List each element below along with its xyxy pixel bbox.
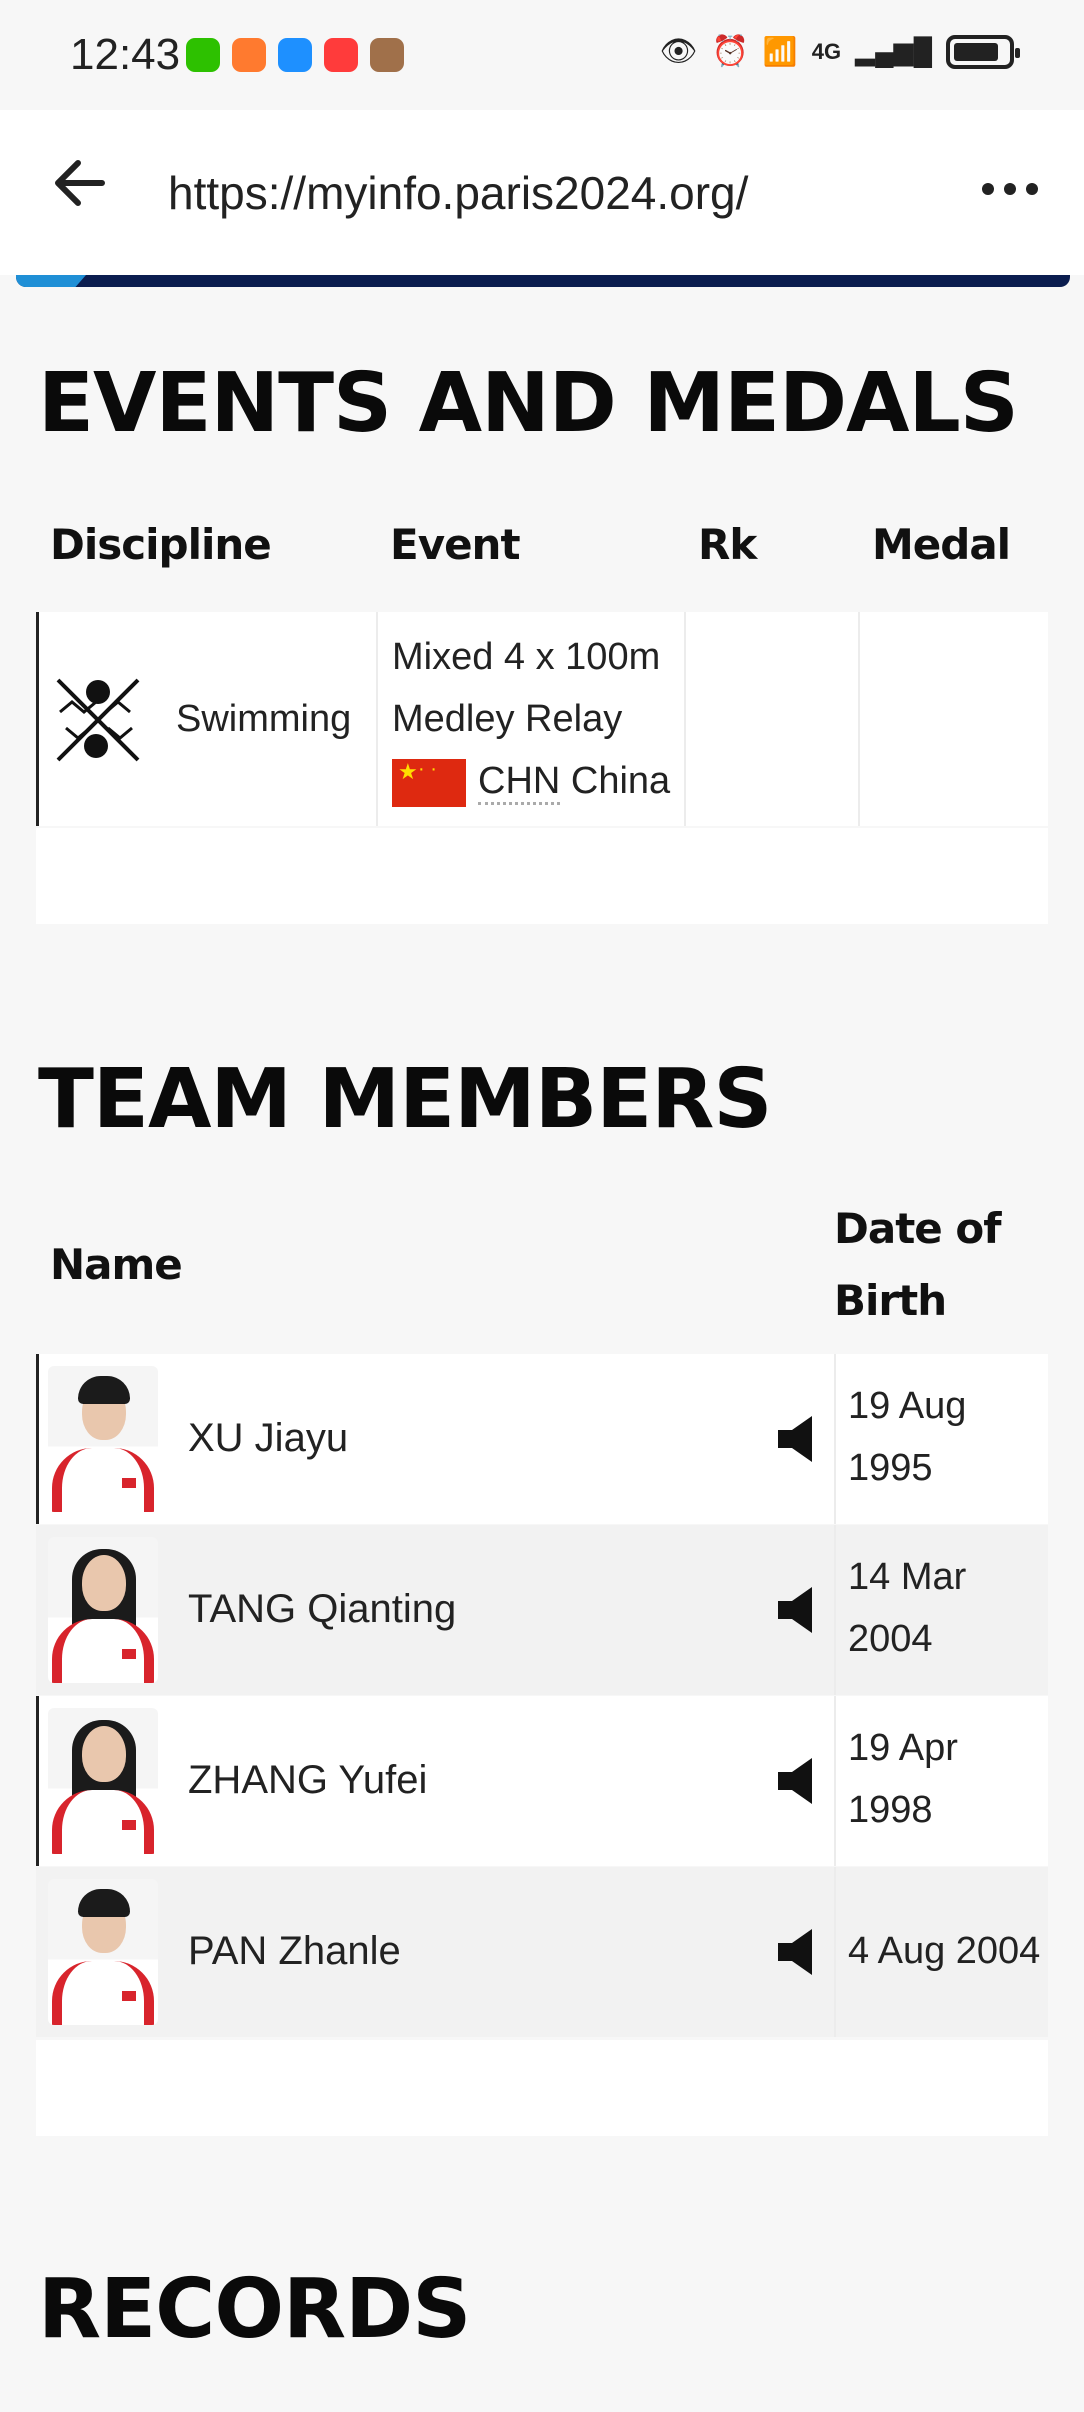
battery-icon [946,34,1020,69]
eye-icon: 👁 [659,35,698,68]
dob-text: 14 Mar 2004 [848,1546,1048,1670]
speaker-icon[interactable] [774,1925,826,1979]
row-indicator [36,1354,39,1524]
swimming-pictogram-icon [50,672,146,768]
athlete-name[interactable]: PAN Zhanle [188,1920,401,1982]
team-member-row[interactable]: ZHANG Yufei 19 Apr 1998 [36,1696,1048,1866]
event-name-line2[interactable]: Medley Relay [392,688,622,750]
network-type: 4G [811,38,842,64]
china-flag-icon [392,758,466,807]
dob-cell: 4 Aug 2004 [834,1867,1048,2037]
back-arrow-icon[interactable] [52,158,106,217]
dob-line2: 1998 [848,1789,933,1831]
site-header-bar [16,275,1070,287]
dob-line2: 2004 [848,1618,933,1660]
speaker-icon[interactable] [774,1412,826,1466]
dob-line1: 4 Aug 2004 [848,1930,1041,1972]
dob-cell: 14 Mar 2004 [834,1525,1048,1695]
athlete-photo [48,1366,158,1512]
dob-line2: 1995 [848,1447,933,1489]
col-dob-line1: Date of [834,1204,1002,1253]
speaker-icon[interactable] [774,1754,826,1808]
event-name-line1[interactable]: Mixed 4 x 100m [392,626,660,688]
game-notification-icon [370,38,404,72]
app-notification-icon [232,38,266,72]
athlete-name[interactable]: XU Jiayu [188,1407,348,1469]
athlete-photo [48,1879,158,2025]
records-heading: RECORDS [38,2262,471,2357]
red-app-notification-icon [324,38,358,72]
event-team[interactable]: CHN China [392,750,670,812]
status-bar: 12:43 👁 ⏰ 📶 4G ▂▄▆█ [0,0,1084,110]
noc-code: CHN [478,760,561,805]
column-divider [684,612,686,826]
dob-text: 19 Apr 1998 [848,1717,1048,1841]
events-heading: EVENTS AND MEDALS [38,356,1019,451]
row-indicator [36,612,39,826]
dob-cell: 19 Aug 1995 [834,1354,1048,1524]
url-field[interactable]: https://myinfo.paris2024.org/ [168,166,748,220]
wifi-icon: 📶 [762,36,798,67]
dob-text: 19 Aug 1995 [848,1375,1048,1499]
more-menu-icon[interactable] [980,156,1040,211]
alarm-icon: ⏰ [711,35,749,68]
col-event: Event [390,520,521,569]
col-name: Name [50,1240,183,1289]
table-footer [36,828,1048,924]
speaker-icon[interactable] [774,1583,826,1637]
row-indicator [36,1696,39,1866]
browser-toolbar: https://myinfo.paris2024.org/ [0,110,1084,275]
athlete-photo [48,1708,158,1854]
system-icons: 👁 ⏰ 📶 4G ▂▄▆█ [659,34,1020,69]
athlete-name[interactable]: ZHANG Yufei [188,1749,427,1811]
notification-icons [186,38,404,72]
country-name: China [570,760,671,802]
athlete-name[interactable]: TANG Qianting [188,1578,456,1640]
event-row[interactable]: Swimming Mixed 4 x 100m Medley Relay CHN… [36,612,1048,826]
column-divider [376,612,378,826]
table-footer [36,2040,1048,2136]
col-dob-line2: Birth [834,1276,947,1325]
signal-icon: ▂▄▆█ [855,36,932,66]
dob-line1: 19 Apr [848,1727,958,1769]
dob-line1: 14 Mar [848,1556,967,1598]
col-medal: Medal [872,520,1011,569]
team-member-row[interactable]: XU Jiayu 19 Aug 1995 [36,1354,1048,1524]
column-divider [858,612,860,826]
dob-line1: 19 Aug [848,1385,967,1427]
athlete-photo [48,1537,158,1683]
team-member-row[interactable]: PAN Zhanle 4 Aug 2004 [36,1867,1048,2037]
dob-cell: 19 Apr 1998 [834,1696,1048,1866]
team-member-row[interactable]: TANG Qianting 14 Mar 2004 [36,1525,1048,1695]
col-rank: Rk [698,520,757,569]
col-discipline: Discipline [50,520,272,569]
wechat-icon [186,38,220,72]
team-heading: TEAM MEMBERS [38,1052,772,1147]
browser-notification-icon [278,38,312,72]
clock: 12:43 [70,30,181,79]
discipline-name[interactable]: Swimming [176,688,351,750]
